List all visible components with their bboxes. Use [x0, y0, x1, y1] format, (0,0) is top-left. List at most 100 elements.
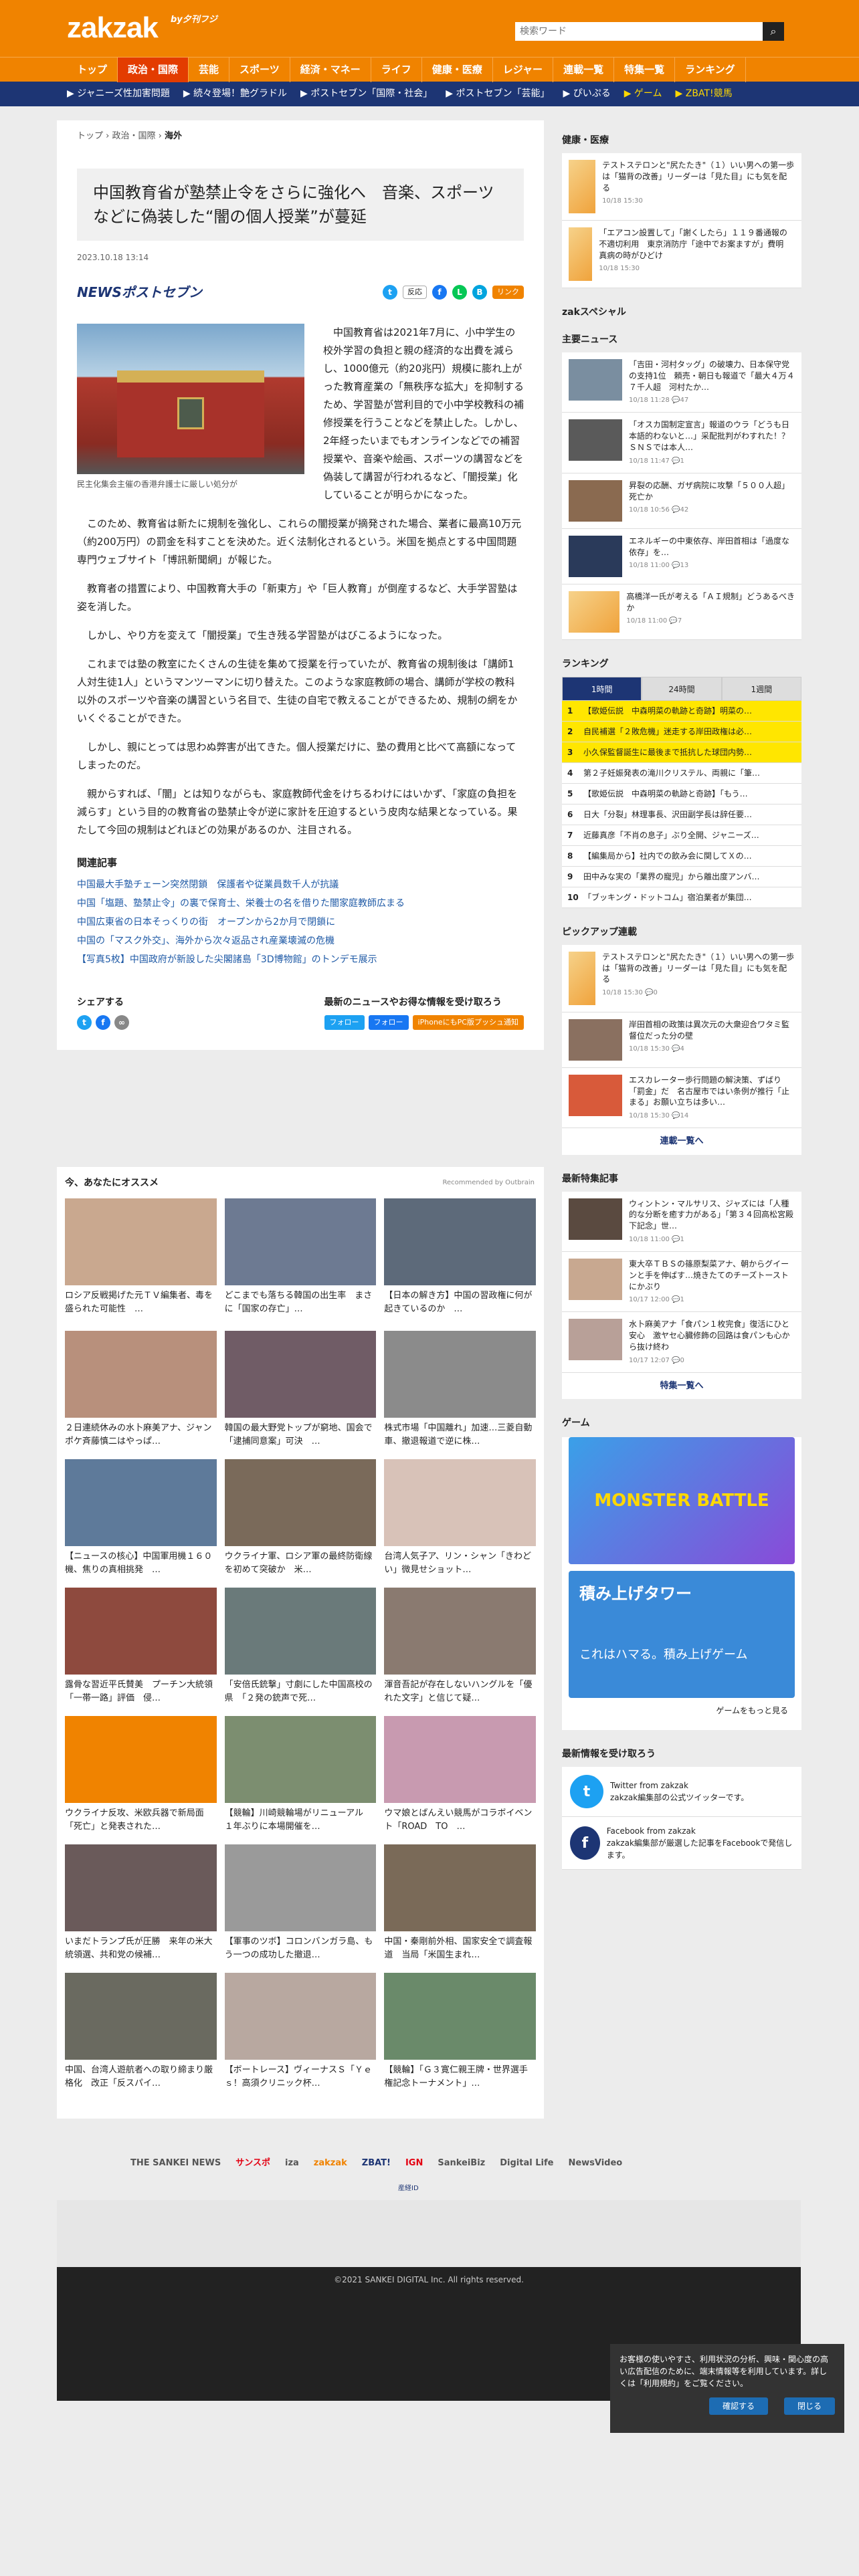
rec-card[interactable]: ウクライナ軍、ロシア軍の最終防衛線を初めて突破か 米…	[224, 1459, 377, 1577]
brand-link[interactable]: THE SANKEI NEWS	[130, 2157, 221, 2170]
rec-card[interactable]: 露骨な習近平氏賛美 プーチン大統領「一帯一路」評価 侵…	[65, 1588, 217, 1705]
rec-card[interactable]: いまだトランプ氏が圧勝 来年の米大統領選、共和党の候補…	[65, 1844, 217, 1962]
sankei-id-link[interactable]: 産経ID	[398, 2183, 419, 2193]
facebook-follow-card[interactable]: f Facebook from zakzak zakzak編集部が厳選した記事をFa…	[562, 1817, 801, 1870]
brand-link[interactable]: iza	[285, 2157, 299, 2170]
rec-card[interactable]: 中国、台湾人遊航者への取り締まり厳格化 改正「反スパイ…	[65, 1973, 217, 2090]
search-input[interactable]	[515, 22, 763, 41]
twitter-share-icon[interactable]: t	[77, 1015, 92, 1030]
side-article[interactable]: 岸田首相の政策は異次元の大衆迎合ワタミ監督位だった分の壁 10/18 15:30 …	[562, 1012, 801, 1068]
crumb-top[interactable]: トップ	[77, 131, 103, 141]
facebook-follow-button[interactable]: フォロー	[368, 1015, 409, 1030]
game-more-link[interactable]: ゲームをもっと見る	[562, 1698, 801, 1723]
hatena-icon[interactable]: B	[472, 284, 487, 300]
ranking-item[interactable]: 8 【編集局から】社内での飲み会に関してＸの…	[562, 846, 801, 867]
link-icon[interactable]: ∞	[114, 1015, 129, 1030]
outbrain-label[interactable]: Recommended by Outbrain	[442, 1178, 535, 1188]
related-link[interactable]: 【写真5枚】中国政府が新設した尖閣諸島「3D博物館」のトンデモ展示	[77, 950, 524, 969]
brand-link[interactable]: zakzak	[314, 2157, 347, 2170]
twitter-follow-card[interactable]: t Twitter from zakzak zakzak編集部の公式ツイッターです。	[562, 1767, 801, 1818]
brand-link[interactable]: サンスポ	[235, 2157, 270, 2170]
side-article[interactable]: ウィントン・マルサリス、ジャズには「人種的な分断を癒す力がある」「第３４回高松宮…	[562, 1192, 801, 1253]
rec-card[interactable]: ２日連続休みの水卜麻美アナ、ジャンポケ斉藤慎二はやっぱ…	[65, 1331, 217, 1448]
side-article[interactable]: エネルギーの中東依存、岸田首相は「過度な依存」を… 10/18 11:00 💬13	[562, 529, 801, 584]
rec-card[interactable]: ウクライナ反攻、米欧兵器で新局面 「死亡」と発表された…	[65, 1716, 217, 1834]
brand-link[interactable]: SankeiBiz	[438, 2157, 485, 2170]
ranking-item[interactable]: 7 近藤真彦「不肖の息子」ぶり全開、ジャニーズ…	[562, 825, 801, 846]
copy-link-button[interactable]: リンク	[492, 285, 524, 299]
rec-card[interactable]: 中国・秦剛前外相、国家安全で調査報道 当局「米国生まれ…	[384, 1844, 536, 1962]
rec-card[interactable]: 【競輪】川崎競輪場がリニューアル １年ぶりに本場開催を…	[224, 1716, 377, 1834]
nav-top[interactable]: トップ	[67, 58, 118, 82]
nav-leisure[interactable]: レジャー	[493, 58, 554, 82]
related-link[interactable]: 中国広東省の日本そっくりの街 オープンから2か月で閉鎖に	[77, 913, 524, 932]
line-icon[interactable]: L	[452, 284, 467, 300]
rec-card[interactable]: 渾音吾記が存在しないハングルを「優れた文字」と信じて疑…	[384, 1588, 536, 1705]
ranking-item[interactable]: 9 田中みな実の「業界の寵児」から離出度アンバ…	[562, 867, 801, 887]
ranking-item[interactable]: 2 自民補選「２敗危機」迷走する岸田政権は必…	[562, 721, 801, 742]
react-button[interactable]: 反応	[403, 285, 427, 299]
facebook-icon[interactable]: f	[432, 284, 447, 300]
rec-card[interactable]: 【日本の解き方】中国の習政権に何が起きているのか …	[384, 1198, 536, 1316]
tab-1week[interactable]: 1週間	[721, 676, 801, 701]
subnav-item[interactable]: ▶ ポストセブン「芸能」	[446, 87, 549, 101]
facebook-share-icon[interactable]: f	[96, 1015, 110, 1030]
rec-card[interactable]: 【ボートレース】ヴィーナスＳ「Ｙｅｓ！高須クリニック杯…	[224, 1973, 377, 2090]
series-list-link[interactable]: 連載一覧へ	[562, 1128, 801, 1155]
rec-card[interactable]: どこまでも落ちる韓国の出生率 まさに「国家の存亡」…	[224, 1198, 377, 1316]
side-article[interactable]: 高橋洋一氏が考える「ＡＩ規制」どうあるべきか 10/18 11:00 💬7	[562, 584, 801, 640]
cookie-confirm-button[interactable]: 確認する	[708, 2397, 768, 2415]
side-article[interactable]: 「吉田・河村タッグ」の破壊力、日本保守党の支持1位 頼売・朝日も報道で「最大４万…	[562, 352, 801, 413]
rec-card[interactable]: ウマ娘とばんえい競馬がコラボイベント「ROAD TO …	[384, 1716, 536, 1834]
ranking-item[interactable]: 4 第２子妊娠発表の滝川クリステル、両親に「筆…	[562, 763, 801, 784]
related-link[interactable]: 中国の「マスク外交」、海外から次々返品され産業壊滅の危機	[77, 932, 524, 950]
brand-link[interactable]: NewsVideo	[568, 2157, 622, 2170]
subnav-item[interactable]: ▶ ぴいぷる	[563, 87, 610, 101]
rec-card[interactable]: 【ニュースの核心】中国軍用機１６０機、焦りの真相挑発 …	[65, 1459, 217, 1577]
site-logo[interactable]: zakzak	[67, 13, 159, 43]
game-banner-monster[interactable]: MONSTER BATTLE	[569, 1437, 795, 1565]
subnav-item[interactable]: ▶ ポストセブン「国際・社会」	[300, 87, 432, 101]
crumb-politics[interactable]: 政治・国際	[112, 131, 155, 141]
twitter-follow-button[interactable]: フォロー	[324, 1015, 365, 1030]
ranking-item[interactable]: 3 小久保監督誕生に最後まで抵抗した球団内勢…	[562, 742, 801, 763]
ranking-item[interactable]: 6 日大「分裂」林理事長、沢田副学長は辞任要…	[562, 804, 801, 825]
subnav-item[interactable]: ▶ ZBAT!競馬	[676, 87, 733, 101]
ranking-item[interactable]: 1 【歌姫伝説 中森明菜の軌跡と奇跡】明菜の…	[562, 700, 801, 722]
side-article[interactable]: 水卜麻美アナ「食パン１枚完食」復活にひと安心 激ヤセ心臓修飾の回路は食パンも心か…	[562, 1312, 801, 1373]
nav-entertainment[interactable]: 芸能	[189, 58, 230, 82]
nav-series[interactable]: 連載一覧	[553, 58, 615, 82]
side-article[interactable]: 東大卒ＴＢＳの篠原梨菜アナ、朝からグイーンと手を伸ばす…焼きたてのチーズトースト…	[562, 1252, 801, 1313]
nav-life[interactable]: ライフ	[371, 58, 422, 82]
brand-link[interactable]: IGN	[405, 2157, 423, 2170]
search-icon[interactable]: ⌕	[763, 22, 784, 41]
rec-card[interactable]: 「安倍氏銃撃」寸劇にした中国高校の県 「２発の銃声で死…	[224, 1588, 377, 1705]
ranking-item[interactable]: 10 「ブッキング・ドットコム」宿泊業者が集団…	[562, 887, 801, 908]
side-article[interactable]: テストステロンと"尻たたき"（１）いい男への第一歩は「猫背の改善」リーダーは「見…	[562, 153, 801, 221]
brand-link[interactable]: ZBAT!	[362, 2157, 391, 2170]
rec-card[interactable]: ロシア反戦掲げた元ＴＶ編集者、毒を盛られた可能性 …	[65, 1198, 217, 1316]
rec-card[interactable]: 【軍事のツボ】コロンバンガラ島、もう一つの成功した撤退…	[224, 1844, 377, 1962]
side-article[interactable]: 昇裂の応酬、ガザ病院に攻撃「５００人超」死亡か 10/18 10:56 💬42	[562, 473, 801, 529]
rec-card[interactable]: 台湾人気子ア、リン・シャン「きわどい」微見せショット…	[384, 1459, 536, 1577]
rec-card[interactable]: 【競輪】「Ｇ３寛仁親王牌・世界選手権記念トーナメント」…	[384, 1973, 536, 2090]
tab-24hour[interactable]: 24時間	[642, 676, 722, 701]
nav-sports[interactable]: スポーツ	[229, 58, 290, 82]
ranking-item[interactable]: 5 【歌姫伝説 中森明菜の軌跡と奇跡】「もう…	[562, 784, 801, 804]
rec-card[interactable]: 株式市場「中国離れ」加速…三菱自動車、撤退報道で逆に株…	[384, 1331, 536, 1448]
subnav-item[interactable]: ▶ ジャニーズ性加害問題	[67, 87, 170, 101]
side-article[interactable]: 「エアコン設置して」「謝くしたら」１１９番通報の不適切利用 東京消防庁「途中でお…	[562, 221, 801, 288]
related-link[interactable]: 中国「塩題、塾禁止令」の裏で保育士、栄養士の名を借りた闇家庭教師広まる	[77, 894, 524, 913]
nav-features[interactable]: 特集一覧	[614, 58, 676, 82]
subnav-item[interactable]: ▶ ゲーム	[624, 87, 662, 101]
article-photo[interactable]	[77, 323, 304, 474]
subnav-item[interactable]: ▶ 続々登場！艶グラドル	[183, 87, 287, 101]
side-article[interactable]: エスカレーター歩行問題の解決策、ずばり「罰金」だ 名古屋市ではい条例が推行「止ま…	[562, 1068, 801, 1129]
nav-health[interactable]: 健康・医療	[422, 58, 493, 82]
feature-list-link[interactable]: 特集一覧へ	[562, 1373, 801, 1400]
twitter-icon[interactable]: t	[383, 284, 397, 300]
nav-economy[interactable]: 経済・マネー	[290, 58, 371, 82]
cookie-close-button[interactable]: 閉じる	[783, 2397, 835, 2415]
brand-link[interactable]: Digital Life	[500, 2157, 553, 2170]
game-banner-tower[interactable]: 積み上げタワー これはハマる。積み上げゲーム	[569, 1571, 795, 1699]
